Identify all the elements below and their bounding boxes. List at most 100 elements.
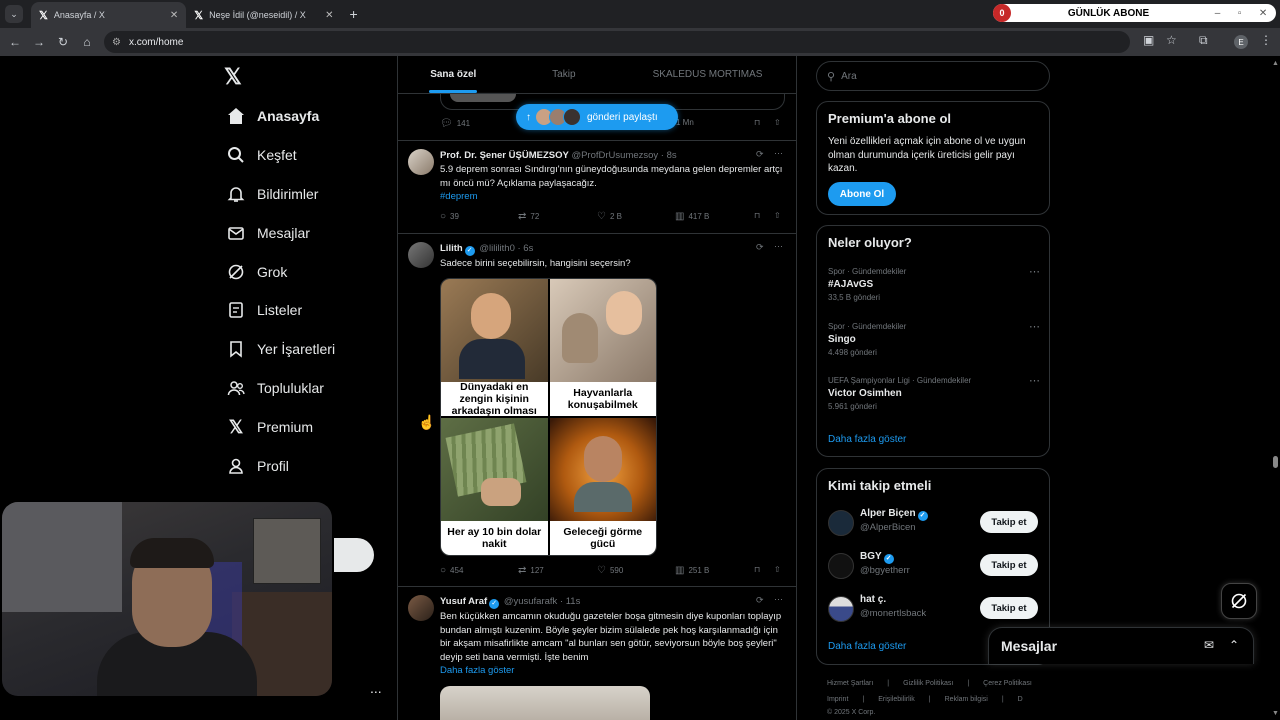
nav-item-notifications[interactable]: Bildirimler bbox=[226, 180, 318, 208]
author-name[interactable]: Lilith bbox=[440, 243, 463, 254]
tab-for-you[interactable]: Sana özel bbox=[398, 56, 509, 93]
tab-close-icon[interactable]: ✕ bbox=[170, 10, 178, 21]
more-icon[interactable]: ⋯ bbox=[1029, 265, 1040, 278]
expand-drawer-icon[interactable]: ⌃ bbox=[1229, 638, 1239, 652]
site-info-icon[interactable]: ⚙ bbox=[112, 37, 121, 48]
x-logo-icon[interactable]: 𝕏 bbox=[224, 64, 242, 90]
reply-button[interactable]: ○ 454 bbox=[440, 565, 463, 576]
more-icon[interactable]: ⋯ bbox=[774, 148, 783, 159]
follow-suggestion[interactable]: BGY ✓ @bgyetherr Takip et bbox=[828, 551, 1040, 581]
trend-item[interactable]: UEFA Şampiyonlar Ligi · Gündemdekiler Vi… bbox=[828, 374, 1040, 411]
search-input[interactable]: ⚲ Ara bbox=[816, 61, 1050, 91]
footer-link[interactable]: Erişilebilirlik bbox=[878, 696, 915, 703]
show-more-link[interactable]: Daha fazla göster bbox=[440, 665, 514, 676]
share-button[interactable]: ⇧ bbox=[774, 565, 781, 574]
follow-button[interactable]: Takip et bbox=[980, 597, 1038, 619]
author-name[interactable]: Prof. Dr. Şener ÜŞÜMEZSOY bbox=[440, 150, 569, 161]
hashtag-link[interactable]: #deprem bbox=[440, 191, 478, 202]
share-button[interactable]: ⇧ bbox=[774, 211, 781, 220]
nav-item-communities[interactable]: Topluluklar bbox=[226, 374, 324, 402]
tab-search-chevron-icon[interactable]: ⌄ bbox=[5, 5, 23, 23]
extensions-icon[interactable]: ⧉ bbox=[1199, 33, 1208, 48]
grok-tweet-icon[interactable]: ⟳ bbox=[756, 595, 764, 606]
close-window-icon[interactable]: ✕ bbox=[1259, 8, 1267, 19]
image-monthly-cash[interactable]: Her ay 10 bin dolar nakit bbox=[441, 418, 548, 555]
like-button[interactable]: ♡ 590 bbox=[597, 565, 623, 576]
new-tab-button[interactable]: + bbox=[350, 6, 358, 22]
author-name[interactable]: Yusuf Araf bbox=[440, 596, 487, 607]
trend-item[interactable]: Spor · Gündemdekiler #AJAvGS 33,5 B gönd… bbox=[828, 265, 1040, 302]
tweet-image-grid[interactable]: Dünyadaki en zengin kişinin arkadaşın ol… bbox=[440, 278, 657, 556]
avatar[interactable] bbox=[828, 553, 854, 579]
avatar[interactable] bbox=[408, 149, 434, 175]
reply-button[interactable]: 💬︎ 141 bbox=[440, 118, 470, 129]
bookmark-button[interactable]: ⊓ bbox=[754, 118, 760, 127]
browser-menu-icon[interactable]: ⋮ bbox=[1260, 33, 1272, 47]
avatar[interactable] bbox=[828, 510, 854, 536]
footer-link[interactable]: Çerez Politikası bbox=[983, 680, 1032, 687]
image-see-future[interactable]: Geleceği görme gücü bbox=[549, 418, 656, 555]
reload-icon[interactable]: ↻ bbox=[51, 35, 75, 49]
browser-tab-profile[interactable]: 𝕏 Neşe İdil (@neseidil) / X ✕ bbox=[186, 2, 341, 28]
follow-button[interactable]: Takip et bbox=[980, 511, 1038, 533]
grok-tweet-icon[interactable]: ⟳ bbox=[756, 242, 764, 253]
share-button[interactable]: ⇧ bbox=[774, 118, 781, 127]
nav-item-home[interactable]: Anasayfa bbox=[226, 102, 319, 130]
author-handle[interactable]: @yusufarafk · 11s bbox=[504, 596, 581, 607]
tweet-lilith[interactable]: Lilith ✓ @lililith0 · 6s ⟳ ⋯ Sadece birin… bbox=[398, 234, 796, 586]
footer-link[interactable]: Gizlilik Politikası bbox=[903, 680, 953, 687]
follow-suggestion[interactable]: Alper Biçen ✓ @AlperBicen Takip et bbox=[828, 508, 1040, 538]
image-rich-friend[interactable]: Dünyadaki en zengin kişinin arkadaşın ol… bbox=[441, 279, 548, 416]
bookmark-star-icon[interactable]: ☆ bbox=[1166, 33, 1177, 47]
tweet-media-preview[interactable] bbox=[440, 686, 650, 720]
footer-link[interactable]: Hizmet Şartları bbox=[827, 680, 873, 687]
restore-icon[interactable]: ▫ bbox=[1238, 8, 1242, 19]
show-more-follow-link[interactable]: Daha fazla göster bbox=[828, 641, 906, 652]
like-button[interactable]: ♡ 2 B bbox=[597, 211, 622, 222]
nav-item-bookmarks[interactable]: Yer İşaretleri bbox=[226, 335, 335, 363]
new-posts-pill[interactable]: ↑ gönderi paylaştı bbox=[516, 104, 678, 130]
image-talk-animals[interactable]: Hayvanlarla konuşabilmek bbox=[549, 279, 656, 416]
scroll-up-arrow-icon[interactable]: ▲ bbox=[1272, 60, 1279, 67]
nav-item-lists[interactable]: Listeler bbox=[226, 296, 302, 324]
home-button-icon[interactable]: ⌂ bbox=[75, 35, 99, 49]
grok-tweet-icon[interactable]: ⟳ bbox=[756, 149, 764, 160]
avatar[interactable] bbox=[828, 596, 854, 622]
new-message-icon[interactable]: ✉ bbox=[1204, 638, 1214, 652]
avatar[interactable] bbox=[408, 595, 434, 621]
address-bar[interactable]: ⚙ x.com/home bbox=[104, 31, 1130, 53]
nav-item-premium[interactable]: 𝕏 Premium bbox=[226, 413, 313, 441]
views-button[interactable]: ▥ 251 B bbox=[675, 565, 709, 576]
footer-link[interactable]: Reklam bilgisi bbox=[945, 696, 988, 703]
retweet-button[interactable]: ⇄ 72 bbox=[518, 211, 539, 222]
messages-drawer[interactable]: Mesajlar ✉ ⌃ bbox=[988, 627, 1254, 664]
tab-close-icon[interactable]: ✕ bbox=[325, 10, 333, 21]
reply-button[interactable]: ○ 39 bbox=[440, 211, 459, 222]
follow-button[interactable]: Takip et bbox=[980, 554, 1038, 576]
browser-tab-home[interactable]: 𝕏 Anasayfa / X ✕ bbox=[31, 2, 187, 28]
retweet-button[interactable]: ⇄ 127 bbox=[518, 565, 544, 576]
author-handle[interactable]: @ProfDrUsumezsoy · 8s bbox=[571, 150, 676, 161]
tab-skaledus-mortimas[interactable]: SKALEDUS MORTIMAS bbox=[619, 56, 796, 93]
footer-link[interactable]: D bbox=[1018, 696, 1023, 703]
views-button[interactable]: 1 Mn bbox=[676, 118, 694, 127]
profile-avatar[interactable]: E bbox=[1234, 35, 1248, 49]
avatar[interactable] bbox=[408, 242, 434, 268]
subscribe-button[interactable]: Abone Ol bbox=[828, 182, 896, 206]
grok-floating-button[interactable] bbox=[1221, 583, 1257, 619]
back-icon[interactable]: ← bbox=[3, 35, 27, 49]
more-icon[interactable]: ⋯ bbox=[1029, 320, 1040, 333]
nav-item-grok[interactable]: Grok bbox=[226, 258, 287, 286]
tweet-ushumezsoy[interactable]: Prof. Dr. Şener ÜŞÜMEZSOY @ProfDrUsumezs… bbox=[398, 141, 796, 233]
trend-item[interactable]: Spor · Gündemdekiler Singo 4.498 gönderi… bbox=[828, 320, 1040, 357]
nav-item-explore[interactable]: Keşfet bbox=[226, 141, 297, 169]
tab-following[interactable]: Takip bbox=[509, 56, 620, 93]
minimize-icon[interactable]: – bbox=[1215, 8, 1221, 19]
follow-suggestion[interactable]: hat ç. @monertlsback Takip et bbox=[828, 594, 1040, 624]
more-icon[interactable]: ⋯ bbox=[1029, 374, 1040, 387]
bookmark-button[interactable]: ⊓ bbox=[754, 565, 760, 574]
bookmark-button[interactable]: ⊓ bbox=[754, 211, 760, 220]
scroll-down-arrow-icon[interactable]: ▼ bbox=[1272, 710, 1279, 717]
post-button[interactable] bbox=[334, 538, 374, 572]
footer-link[interactable]: Imprint bbox=[827, 696, 848, 703]
